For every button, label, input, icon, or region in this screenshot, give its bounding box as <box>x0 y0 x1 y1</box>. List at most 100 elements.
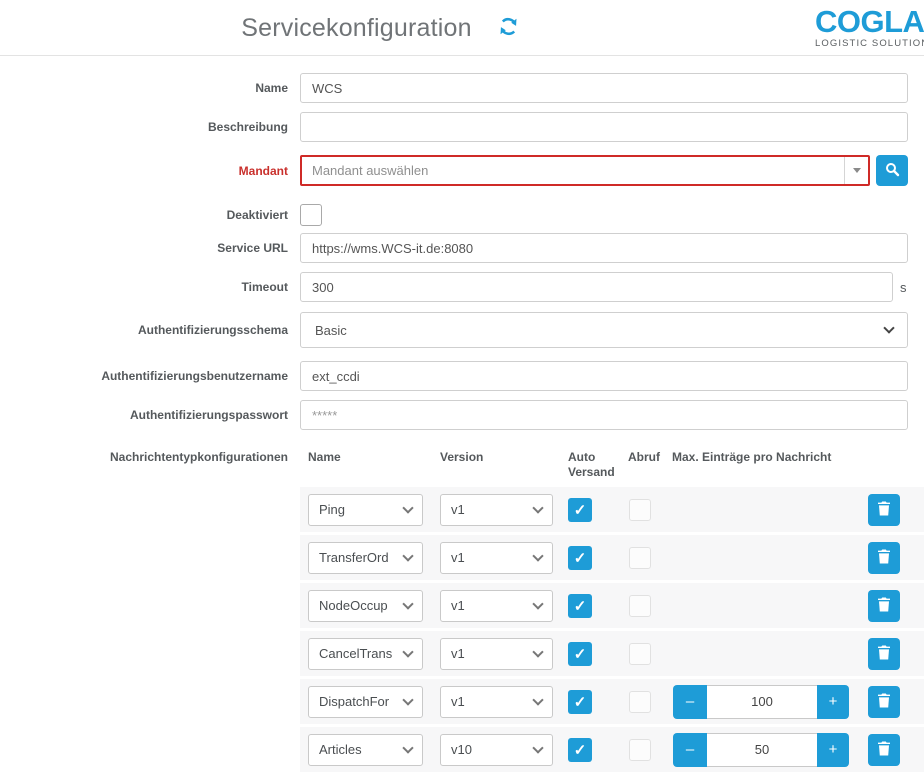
mandant-label: Mandant <box>0 164 300 178</box>
service-config-form: Name Beschreibung Mandant Mandant auswäh… <box>0 56 924 775</box>
auth-password-label: Authentifizierungspasswort <box>0 408 300 422</box>
message-name-select[interactable]: CancelTrans <box>308 638 423 670</box>
message-name-select[interactable]: NodeOccup <box>308 590 423 622</box>
deaktiviert-checkbox[interactable] <box>300 204 322 226</box>
auth-password-input[interactable] <box>300 400 908 430</box>
timeout-label: Timeout <box>0 280 300 294</box>
message-name-value: CancelTrans <box>319 646 404 661</box>
message-name-select[interactable]: DispatchFor <box>308 686 423 718</box>
message-version-value: v1 <box>451 694 534 709</box>
abruf-checkbox[interactable] <box>629 595 651 617</box>
increment-button[interactable]: + <box>817 733 849 767</box>
auto-versand-checkbox[interactable]: ✓ <box>568 594 592 618</box>
chevron-down-icon <box>532 598 543 609</box>
trash-icon <box>877 693 891 711</box>
message-version-select[interactable]: v1 <box>440 494 553 526</box>
caret-down-icon <box>853 168 861 173</box>
auto-versand-checkbox[interactable]: ✓ <box>568 642 592 666</box>
message-version-value: v1 <box>451 646 534 661</box>
beschreibung-input[interactable] <box>300 112 908 142</box>
auto-versand-checkbox[interactable]: ✓ <box>568 690 592 714</box>
title-group: Servicekonfiguration <box>0 0 760 56</box>
decrement-button[interactable]: – <box>673 733 707 767</box>
increment-button[interactable]: + <box>817 685 849 719</box>
timeout-unit: s <box>900 280 907 295</box>
message-types-label: Nachrichtentypkonfigurationen <box>0 448 300 464</box>
check-icon: ✓ <box>574 501 587 519</box>
abruf-checkbox[interactable] <box>629 499 651 521</box>
check-icon: ✓ <box>574 645 587 663</box>
mandant-search-button[interactable] <box>876 155 908 186</box>
chevron-down-icon <box>402 646 413 657</box>
max-entries-stepper: – + <box>673 733 849 767</box>
check-icon: ✓ <box>574 597 587 615</box>
delete-row-button[interactable] <box>868 590 900 622</box>
coglas-logo-text: COGLAS <box>815 7 924 37</box>
message-version-select[interactable]: v1 <box>440 542 553 574</box>
chevron-down-icon <box>402 550 413 561</box>
column-header-max-eintraege: Max. Einträge pro Nachricht <box>672 450 831 464</box>
message-name-value: Articles <box>319 742 404 757</box>
abruf-checkbox[interactable] <box>629 643 651 665</box>
mandant-dropdown-toggle[interactable] <box>844 157 868 184</box>
chevron-down-icon <box>402 598 413 609</box>
delete-row-button[interactable] <box>868 686 900 718</box>
page-header: Servicekonfiguration COGLAS LOGISTIC SOL… <box>0 0 924 56</box>
auth-username-input[interactable] <box>300 361 908 391</box>
trash-icon <box>877 645 891 663</box>
message-type-row: Ping v1 ✓ <box>300 487 924 532</box>
message-version-select[interactable]: v1 <box>440 686 553 718</box>
timeout-input[interactable] <box>300 272 893 302</box>
decrement-button[interactable]: – <box>673 685 707 719</box>
coglas-logo-tagline: LOGISTIC SOLUTIONS <box>815 38 924 49</box>
refresh-icon <box>498 16 519 40</box>
service-url-label: Service URL <box>0 241 300 255</box>
message-name-select[interactable]: TransferOrd <box>308 542 423 574</box>
abruf-checkbox[interactable] <box>629 547 651 569</box>
delete-row-button[interactable] <box>868 542 900 574</box>
delete-row-button[interactable] <box>868 494 900 526</box>
message-name-value: TransferOrd <box>319 550 404 565</box>
refresh-button[interactable] <box>498 16 519 40</box>
chevron-down-icon <box>402 694 413 705</box>
auto-versand-checkbox[interactable]: ✓ <box>568 738 592 762</box>
max-entries-input[interactable] <box>707 685 817 719</box>
max-entries-input[interactable] <box>707 733 817 767</box>
table-header: Name Version Auto Versand Abruf Max. Ein… <box>300 448 924 487</box>
delete-row-button[interactable] <box>868 734 900 766</box>
abruf-checkbox[interactable] <box>629 691 651 713</box>
message-type-row: CancelTrans v1 ✓ <box>300 631 924 676</box>
column-header-abruf: Abruf <box>628 450 660 464</box>
message-version-select[interactable]: v1 <box>440 638 553 670</box>
chevron-down-icon <box>402 502 413 513</box>
chevron-down-icon <box>532 550 543 561</box>
service-url-input[interactable] <box>300 233 908 263</box>
mandant-placeholder: Mandant auswählen <box>302 163 844 178</box>
chevron-down-icon <box>532 646 543 657</box>
trash-icon <box>877 597 891 615</box>
coglas-logo: COGLAS LOGISTIC SOLUTIONS <box>815 7 924 49</box>
mandant-select[interactable]: Mandant auswählen <box>300 155 870 186</box>
deaktiviert-label: Deaktiviert <box>0 208 300 222</box>
message-version-value: v10 <box>451 742 534 757</box>
abruf-checkbox[interactable] <box>629 739 651 761</box>
message-name-select[interactable]: Ping <box>308 494 423 526</box>
check-icon: ✓ <box>574 741 587 759</box>
message-version-select[interactable]: v10 <box>440 734 553 766</box>
check-icon: ✓ <box>574 549 587 567</box>
delete-row-button[interactable] <box>868 638 900 670</box>
auth-schema-label: Authentifizierungsschema <box>0 323 300 337</box>
auto-versand-checkbox[interactable]: ✓ <box>568 546 592 570</box>
message-name-select[interactable]: Articles <box>308 734 423 766</box>
search-icon <box>885 162 900 180</box>
message-version-select[interactable]: v1 <box>440 590 553 622</box>
message-version-value: v1 <box>451 502 534 517</box>
message-type-row: NodeOccup v1 ✓ <box>300 583 924 628</box>
column-header-version: Version <box>440 450 483 464</box>
trash-icon <box>877 741 891 759</box>
name-input[interactable] <box>300 73 908 103</box>
auto-versand-checkbox[interactable]: ✓ <box>568 498 592 522</box>
column-header-auto-versand: Auto Versand <box>568 450 618 480</box>
auth-schema-select[interactable]: Basic <box>300 312 908 348</box>
chevron-down-icon <box>532 694 543 705</box>
